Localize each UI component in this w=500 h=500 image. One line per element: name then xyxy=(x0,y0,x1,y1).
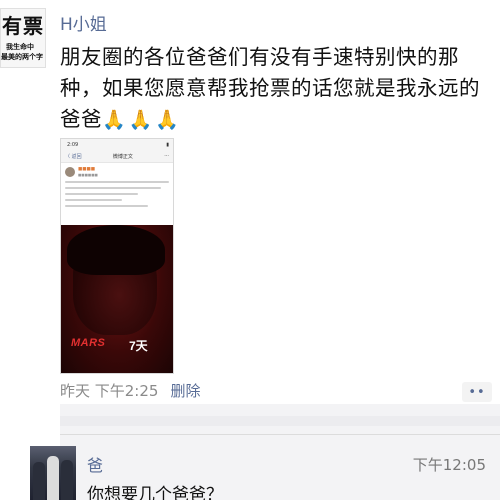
post-time: 昨天 下午2:25 xyxy=(60,382,159,400)
avatar-figure xyxy=(33,462,45,500)
embedded-clock: 2:09 xyxy=(67,142,79,148)
post-author-name[interactable]: H小姐 xyxy=(60,10,107,35)
profile-avatar[interactable]: 有票 我生命中 最美的两个字 xyxy=(0,8,46,68)
avatar-title: 有票 xyxy=(2,14,44,38)
embedded-user-name: ■■■■ xyxy=(78,167,96,172)
post-image-thumbnail[interactable]: 2:09 ▮ 〈 返回 微博正文 ··· ■■■■ ■■■■■■ MARS 7天 xyxy=(60,138,174,374)
comment-divider xyxy=(60,434,500,435)
avatar-figure xyxy=(47,456,59,500)
post-text: 朋友圈的各位爸爸们有没有手速特别快的那种，如果您愿意帮我抢票的话您就是我永远的爸… xyxy=(60,42,498,136)
more-dots-icon: •• xyxy=(468,384,486,400)
embedded-nav-bar: 〈 返回 微博正文 ··· xyxy=(61,151,173,163)
avatar-figure xyxy=(61,460,73,500)
embedded-battery-icon: ▮ xyxy=(166,142,169,148)
embedded-nav-title: 微博正文 xyxy=(112,154,133,160)
embedded-poster-image: MARS 7天 xyxy=(61,225,173,373)
post-meta-row: 昨天 下午2:25 删除 xyxy=(60,380,200,401)
poster-days: 7天 xyxy=(129,339,148,353)
commenter-name[interactable]: 爸 xyxy=(87,452,103,476)
comment-item[interactable]: 爸 下午12:05 你想要几个爸爸？ xyxy=(30,436,500,500)
embedded-status-bar: 2:09 ▮ xyxy=(61,139,173,151)
delete-button[interactable]: 删除 xyxy=(170,380,200,401)
comment-text: 你想要几个爸爸？ xyxy=(87,485,223,500)
embedded-user-avatar xyxy=(65,167,75,177)
embedded-back: 〈 返回 xyxy=(65,154,82,160)
embedded-post-text xyxy=(65,181,169,211)
embedded-more-icon: ··· xyxy=(164,153,169,159)
obscured-comment-line xyxy=(60,416,500,426)
avatar-line2: 最美的两个字 xyxy=(1,53,43,61)
commenter-avatar[interactable] xyxy=(30,446,76,500)
embedded-post-time: ■■■■■■ xyxy=(78,173,98,177)
pray-emoji-icon: 🙏🙏🙏 xyxy=(102,109,182,131)
avatar-line1: 我生命中 xyxy=(6,43,34,51)
poster-title: MARS xyxy=(71,337,106,349)
embedded-weibo-post: ■■■■ ■■■■■■ xyxy=(61,163,173,225)
more-actions-button[interactable]: •• xyxy=(462,382,492,402)
poster-hair xyxy=(67,225,165,275)
comment-time: 下午12:05 xyxy=(412,456,486,474)
